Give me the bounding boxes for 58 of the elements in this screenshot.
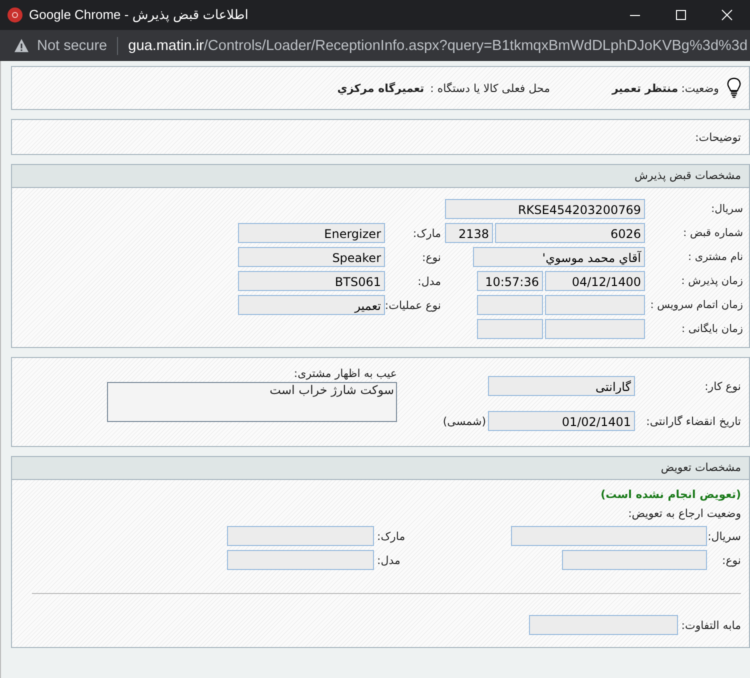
browser-logo-icon xyxy=(7,7,23,23)
text-area[interactable]: سوکت شارژ خراب است xyxy=(107,382,397,422)
field-label: سریال: xyxy=(707,530,741,542)
input-field[interactable] xyxy=(562,550,707,570)
input-field[interactable]: 2138 xyxy=(445,223,493,243)
input-field[interactable]: RKSE454203200769 xyxy=(445,199,645,219)
window-title: Google Chrome - اطلاعات قبض پذیرش xyxy=(29,7,248,23)
warning-icon xyxy=(14,38,29,53)
input-field[interactable] xyxy=(477,319,543,339)
field-label: زمان بایگانی : xyxy=(680,323,744,335)
input-field[interactable] xyxy=(529,615,678,635)
close-icon[interactable] xyxy=(721,9,733,21)
input-field[interactable]: BTS061 xyxy=(238,271,385,291)
field-label: زمان پذیرش : xyxy=(680,275,744,287)
input-field[interactable] xyxy=(545,295,645,315)
field-label: مارک: xyxy=(412,226,442,240)
input-field[interactable] xyxy=(477,295,543,315)
location-label: محل فعلی کالا یا دستگاه : xyxy=(430,82,550,94)
input-field[interactable] xyxy=(511,526,707,546)
status-value: منتظر تعمیر xyxy=(612,82,678,94)
input-field[interactable] xyxy=(227,550,374,570)
input-field[interactable]: تعمیر xyxy=(238,295,385,315)
field-label: تاریخ انقضاء گارانتی: xyxy=(645,414,742,428)
field-label: عیب به اظهار مشتری: xyxy=(292,367,397,380)
input-field[interactable]: گارانتی xyxy=(488,376,635,396)
location-value: تعمیرگاه مرکزي xyxy=(337,82,424,94)
input-field[interactable]: آقاي محمد موسوي' xyxy=(473,247,645,267)
input-field[interactable]: 6026 xyxy=(495,223,645,243)
field-label: مارک: xyxy=(377,530,406,542)
input-field[interactable]: 01/02/1401 xyxy=(488,411,635,431)
calendar-note: (شمسی) xyxy=(442,414,487,428)
security-label[interactable]: Not secure xyxy=(37,38,108,54)
section-header: مشخصات تعویض xyxy=(12,457,749,480)
input-field[interactable]: 10:57:36 xyxy=(477,271,543,291)
field-label: شماره قبض : xyxy=(682,227,744,239)
maximize-icon[interactable] xyxy=(675,9,687,21)
section-header: مشخصات قبض پذیرش xyxy=(12,165,749,188)
field-label: نوع عملیات: xyxy=(385,298,442,312)
field-label: سریال: xyxy=(710,203,744,215)
field-label: زمان اتمام سرویس : xyxy=(649,299,744,311)
status-label: وضعیت: xyxy=(681,82,719,94)
field-label: مدل: xyxy=(416,274,442,288)
replacement-notice: (تعویض انجام نشده است) xyxy=(600,488,741,501)
field-label: نوع: xyxy=(420,250,442,264)
field-label: نام مشتری : xyxy=(686,251,744,263)
field-label: مدل: xyxy=(377,554,400,566)
input-field[interactable] xyxy=(227,526,374,546)
input-field[interactable] xyxy=(545,319,645,339)
field-label: نوع: xyxy=(720,554,741,566)
description-label: توضیحات: xyxy=(695,130,741,144)
input-field[interactable]: 04/12/1400 xyxy=(545,271,645,291)
input-field[interactable]: Speaker xyxy=(238,247,385,267)
referral-status-label: وضعیت ارجاع به تعویض: xyxy=(627,507,741,520)
field-label: مابه التفاوت: xyxy=(681,618,741,632)
url-text[interactable]: gua.matin.ir/Controls/Loader/ReceptionInfo.aspx?query=B1tkmqxBmWdDLphDJoKVBg%3d%3d xyxy=(128,38,748,54)
field-label: نوع کار: xyxy=(704,380,742,392)
lightbulb-icon xyxy=(727,77,741,99)
input-field[interactable]: Energizer xyxy=(238,223,385,243)
